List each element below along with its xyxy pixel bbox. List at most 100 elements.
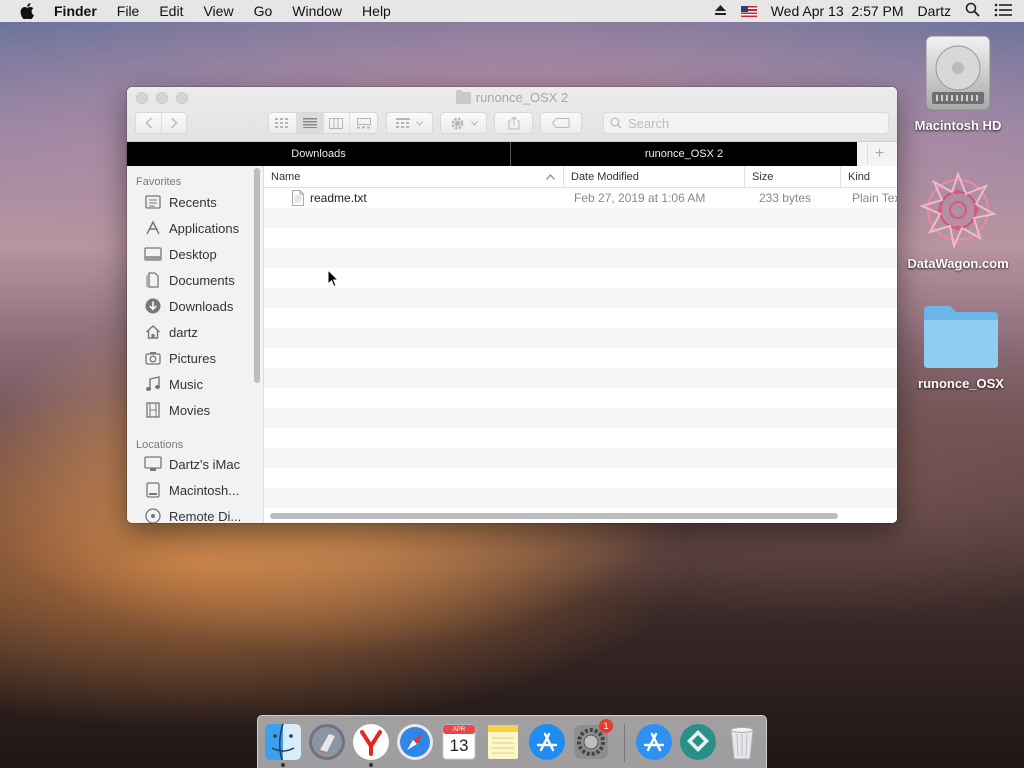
dock-app-store[interactable] [527,722,567,762]
dock-safari[interactable] [395,722,435,762]
add-tab-button[interactable]: + [867,143,891,165]
sidebar-item-recents[interactable]: Recents [127,189,263,215]
menu-view[interactable]: View [203,3,233,19]
sidebar-item-desktop[interactable]: Desktop [127,241,263,267]
edit-tags-button[interactable] [540,112,582,134]
notification-badge: 1 [599,719,613,733]
list-view-button[interactable] [296,113,324,133]
sidebar-item-documents[interactable]: Documents [127,267,263,293]
chevron-down-icon [470,120,478,126]
group-by-button[interactable] [386,112,433,134]
tab-downloads[interactable]: Downloads [127,142,511,166]
finder-window: runonce_OSX 2 Search Downloads runonce_O… [127,87,897,523]
applications-icon [144,220,162,236]
sidebar-item-home[interactable]: dartz [127,319,263,345]
finder-icon [265,723,301,761]
desktop-icon-macintosh-hd[interactable]: Macintosh HD [903,34,1013,133]
sidebar-item-label: Dartz's iMac [169,456,241,472]
view-mode-control [268,112,378,134]
dock-yandex-browser[interactable] [351,722,391,767]
notification-center-icon[interactable] [994,3,1012,20]
desktop-icon-runonce-osx[interactable]: runonce_OSX [906,302,1016,391]
sidebar-item-applications[interactable]: Applications [127,215,263,241]
horizontal-scrollbar[interactable] [270,513,838,519]
sidebar-item-label: dartz [169,324,198,340]
column-header-size[interactable]: Size [745,166,841,187]
dock-notes[interactable] [483,722,523,762]
menubar-user[interactable]: Dartz [918,3,951,19]
column-header-date-modified[interactable]: Date Modified [564,166,745,187]
sidebar-item-label: Music [169,376,203,392]
menubar-clock[interactable]: Wed Apr 13 2:57 PM [771,3,904,19]
forward-button[interactable] [162,113,186,133]
column-header-name[interactable]: Name [264,166,564,187]
tab-bar: Downloads runonce_OSX 2 + [127,142,897,166]
home-icon [144,324,162,340]
menu-file[interactable]: File [117,3,140,19]
input-source-flag-icon[interactable] [740,5,757,17]
share-icon [508,116,519,130]
folder-icon [920,302,1002,370]
sidebar-item-pictures[interactable]: Pictures [127,345,263,371]
dock-calendar[interactable]: APR 13 [439,722,479,762]
menu-go[interactable]: Go [254,3,273,19]
desktop-icon-label: Macintosh HD [914,118,1002,133]
sidebar-item-music[interactable]: Music [127,371,263,397]
window-titlebar[interactable]: runonce_OSX 2 Search [127,87,897,142]
dock-app-store-download[interactable] [634,722,674,762]
sidebar-item-label: Pictures [169,350,216,366]
sidebar-item-downloads[interactable]: Downloads [127,293,263,319]
action-button[interactable] [440,112,487,134]
app-store-icon-2 [636,724,672,760]
icon-view-button[interactable] [269,113,297,133]
column-header-kind[interactable]: Kind [841,166,897,187]
mouse-cursor-icon [327,268,340,288]
column-view-icon [329,117,344,129]
file-date-modified: Feb 27, 2019 at 1:06 AM [574,191,706,205]
running-indicator [281,763,285,767]
file-name: readme.txt [310,191,367,205]
chevron-down-icon [416,120,423,126]
safari-icon [397,724,433,760]
tag-icon [552,118,570,128]
sidebar-item-macintosh-hd[interactable]: Macintosh... [127,477,263,503]
desktop-icon [144,246,162,262]
file-name-cell: readme.txt [264,190,564,206]
dock-system-preferences[interactable]: 1 [571,719,613,762]
hard-drive-icon [922,34,994,112]
dock-sourcetree[interactable] [678,722,718,762]
dock-separator [624,724,625,762]
desktop-icon-label: DataWagon.com [907,256,1009,271]
column-view-button[interactable] [324,113,351,133]
menu-finder[interactable]: Finder [54,3,97,19]
share-button[interactable] [494,112,533,134]
sidebar-scrollbar[interactable] [254,168,260,383]
apple-menu-icon[interactable] [20,3,36,19]
sidebar-item-remote-disc[interactable]: Remote Di... [127,503,263,523]
menu-window[interactable]: Window [292,3,342,19]
dock-finder[interactable] [263,722,303,767]
file-row[interactable]: readme.txt Feb 27, 2019 at 1:06 AM 233 b… [264,188,897,208]
desktop-icon-datawagon[interactable]: DataWagon.com [903,170,1013,271]
dock-trash[interactable] [722,722,762,762]
column-header-label: Kind [848,170,871,183]
sidebar-item-imac[interactable]: Dartz's iMac [127,451,263,477]
tab-runonce-osx-2[interactable]: runonce_OSX 2 [511,142,857,166]
dock-launchpad[interactable] [307,722,347,762]
gallery-view-button[interactable] [350,113,377,133]
back-button[interactable] [136,113,162,133]
trash-icon [730,727,754,760]
gallery-view-icon [356,117,371,128]
menu-edit[interactable]: Edit [159,3,183,19]
dock: APR 13 1 [257,715,767,768]
menu-help[interactable]: Help [362,3,391,19]
search-field[interactable]: Search [603,112,889,134]
new-tab-area: + [857,142,897,166]
spotlight-icon[interactable] [965,2,980,20]
eject-icon[interactable] [714,3,727,19]
sourcetree-icon [680,724,716,760]
sidebar-item-movies[interactable]: Movies [127,397,263,423]
camera-icon [144,350,162,366]
notes-icon [488,725,518,759]
text-file-icon [292,190,304,206]
